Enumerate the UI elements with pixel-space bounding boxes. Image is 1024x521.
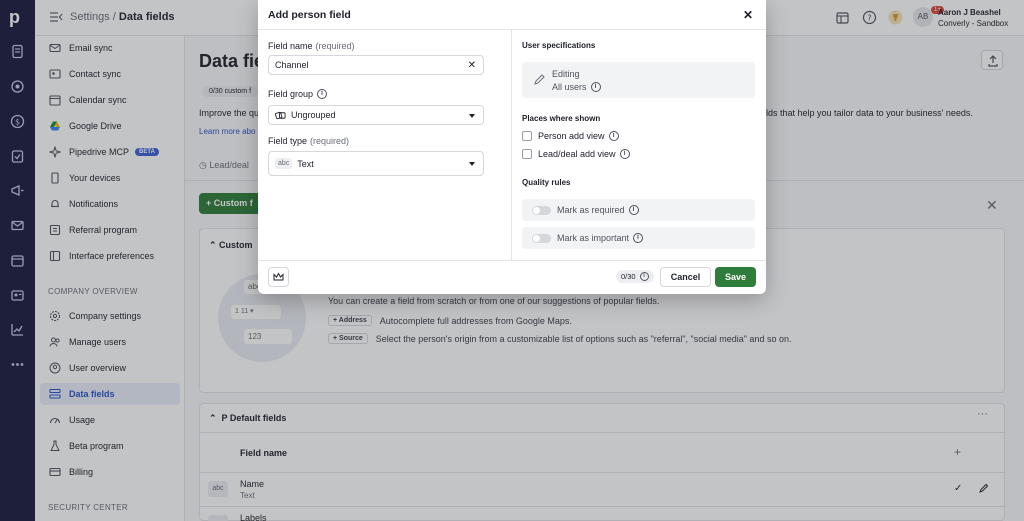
spec-all-users-text: All users xyxy=(552,82,587,92)
close-icon[interactable]: ✕ xyxy=(743,8,753,22)
required-suffix: (required) xyxy=(315,41,355,51)
clear-icon[interactable]: ✕ xyxy=(468,60,476,71)
cancel-button[interactable]: Cancel xyxy=(660,267,711,287)
toggle-label: Mark as required xyxy=(557,205,625,215)
crown-icon xyxy=(273,272,284,281)
info-icon[interactable]: i xyxy=(639,272,649,281)
toggle-switch[interactable] xyxy=(532,233,551,243)
field-group-value: Ungrouped xyxy=(291,110,336,120)
checkbox[interactable] xyxy=(522,149,532,159)
mark-important-toggle-row: Mark as important i xyxy=(522,227,755,249)
field-name-input[interactable]: Channel ✕ xyxy=(268,55,484,75)
person-add-view-checkbox[interactable]: Person add view i xyxy=(522,131,619,141)
group-icon xyxy=(275,111,286,119)
field-name-label: Field name (required) xyxy=(268,41,355,51)
spec-all-users: All users i xyxy=(552,82,601,92)
checkbox[interactable] xyxy=(522,131,532,141)
field-type-label-text: Field type xyxy=(268,136,308,146)
field-group-label: Field group i xyxy=(268,89,328,99)
toggle-switch[interactable] xyxy=(532,205,551,215)
dialog-footer-divider xyxy=(258,260,766,261)
checkbox-label: Lead/deal add view xyxy=(538,149,616,159)
field-group-select[interactable]: Ungrouped xyxy=(268,105,484,125)
lead-deal-add-view-checkbox[interactable]: Lead/deal add view i xyxy=(522,149,630,159)
info-icon[interactable]: i xyxy=(590,82,601,92)
info-icon[interactable]: i xyxy=(317,89,328,99)
toggle-label: Mark as important xyxy=(557,233,630,243)
info-icon[interactable]: i xyxy=(633,233,644,243)
user-specifications-title: User specifications xyxy=(522,41,596,50)
checkbox-label: Person add view xyxy=(538,131,605,141)
edit-pencil-icon xyxy=(534,74,545,85)
dialog-header-divider xyxy=(258,29,766,30)
caret-down-icon xyxy=(469,114,475,118)
dialog-column-divider xyxy=(511,30,512,260)
user-specifications-box[interactable]: Editing All users i xyxy=(522,62,755,98)
mark-required-toggle-row: Mark as required i xyxy=(522,199,755,221)
info-icon[interactable]: i xyxy=(628,205,639,215)
add-person-field-dialog: Add person field ✕ Field name (required) … xyxy=(258,0,766,294)
counter-value: 0/30 xyxy=(621,272,636,281)
spec-editing: Editing xyxy=(552,69,580,79)
field-type-select[interactable]: abc Text xyxy=(268,151,484,176)
text-type-icon: abc xyxy=(275,158,293,169)
custom-field-counter: 0/30 i xyxy=(616,270,654,283)
quality-rules-title: Quality rules xyxy=(522,178,571,187)
caret-down-icon xyxy=(469,162,475,166)
dialog-title: Add person field xyxy=(268,9,351,21)
field-type-label: Field type (required) xyxy=(268,136,349,146)
info-icon[interactable]: i xyxy=(608,131,619,141)
field-group-label-text: Field group xyxy=(268,89,314,99)
save-button[interactable]: Save xyxy=(715,267,756,287)
places-shown-title: Places where shown xyxy=(522,114,601,123)
field-type-value: Text xyxy=(297,158,314,169)
required-suffix: (required) xyxy=(310,136,350,146)
info-icon[interactable]: i xyxy=(619,149,630,159)
field-name-value: Channel xyxy=(275,60,309,70)
premium-button[interactable] xyxy=(268,267,289,287)
field-name-label-text: Field name xyxy=(268,41,313,51)
